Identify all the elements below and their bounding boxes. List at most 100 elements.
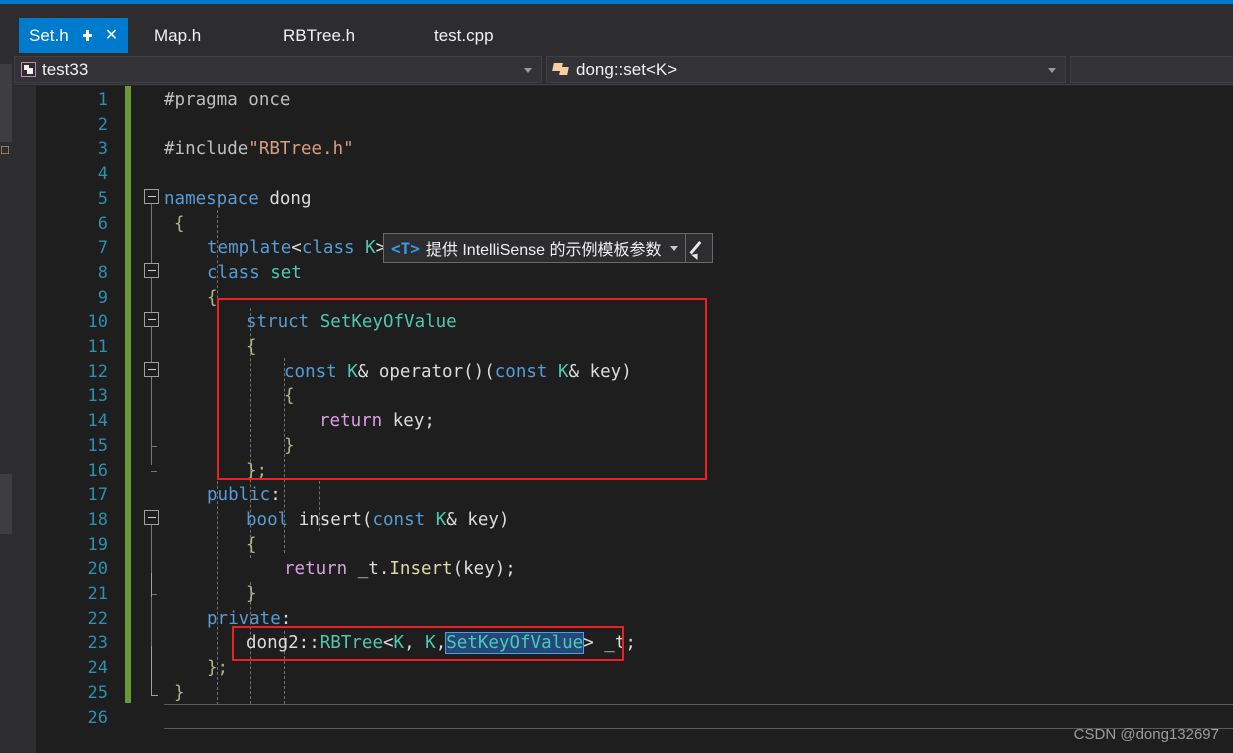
code-line-20[interactable]: return _t.Insert(key);: [284, 557, 516, 582]
string-token: "RBTree.h": [248, 139, 354, 160]
type-token: K: [354, 238, 376, 259]
tab-rbtree-h[interactable]: RBTree.h: [273, 18, 365, 53]
function-token: Insert: [389, 559, 453, 580]
brace-token: {: [207, 287, 218, 308]
code-text-area[interactable]: #pragma once #include"RBTree.h" namespac…: [164, 86, 1233, 753]
code-line-23[interactable]: dong2::RBTree<K, K,SetKeyOfValue> _t;: [246, 631, 636, 656]
code-line-10[interactable]: struct SetKeyOfValue: [246, 310, 457, 335]
identifier-token: dong: [258, 188, 312, 209]
code-line-18[interactable]: bool insert(const K& key): [246, 508, 509, 533]
code-line-15[interactable]: }: [284, 434, 295, 459]
identifier-token: (key);: [452, 559, 516, 580]
chevron-down-icon[interactable]: [669, 245, 678, 251]
change-tracking-bar: [125, 86, 131, 703]
punct-token: :: [280, 608, 292, 629]
keyword-token: class: [301, 238, 355, 259]
code-line-13[interactable]: {: [284, 384, 295, 409]
brace-token: };: [246, 460, 268, 481]
watermark: CSDN @dong132697: [1073, 726, 1219, 743]
code-line-25[interactable]: }: [174, 681, 185, 706]
code-line-16[interactable]: };: [246, 459, 267, 484]
keyword-token: public: [207, 485, 271, 506]
selected-text[interactable]: SetKeyOfValue: [445, 632, 585, 655]
punct-token: &: [568, 361, 590, 382]
tab-label: test.cpp: [434, 25, 494, 45]
fold-toggle-struct[interactable]: [144, 312, 159, 327]
code-line-14[interactable]: return key;: [319, 409, 435, 434]
type-token: K: [336, 361, 358, 382]
brace-token: {: [284, 386, 295, 407]
project-name: test33: [42, 59, 89, 79]
line-number: 18: [87, 509, 108, 530]
scope-selector[interactable]: dong::set<K>: [546, 56, 1066, 83]
chevron-down-icon[interactable]: [1048, 68, 1056, 73]
keyword-token: namespace: [164, 188, 259, 209]
fold-toggle-namespace[interactable]: [144, 189, 159, 204]
type-token: set: [259, 262, 302, 283]
line-number: 4: [97, 164, 108, 185]
fold-toggle-operator[interactable]: [144, 362, 159, 377]
punct-token: <: [382, 633, 394, 654]
tab-test-cpp[interactable]: test.cpp: [424, 18, 504, 53]
project-selector[interactable]: test33: [14, 56, 542, 83]
scope-name: dong::set<K>: [576, 59, 678, 79]
punct-token: >: [583, 633, 594, 654]
chevron-down-icon[interactable]: [524, 68, 532, 73]
tab-set-h[interactable]: Set.h ✕: [19, 18, 129, 53]
keyword-token: struct: [246, 312, 310, 333]
outlining-margin[interactable]: [140, 86, 164, 753]
editor-left-margin: [14, 86, 36, 753]
code-line-22[interactable]: private:: [207, 607, 291, 632]
template-tooltip-text: 提供 IntelliSense 的示例模板参数: [425, 242, 662, 259]
line-number: 6: [97, 213, 108, 234]
code-line-8[interactable]: class set: [207, 261, 302, 286]
fold-toggle-insert[interactable]: [144, 510, 159, 525]
code-line-17[interactable]: public:: [207, 483, 281, 508]
tab-map-h[interactable]: Map.h: [144, 18, 211, 53]
document-tab-strip: Set.h ✕ Map.h RBTree.h test.cpp: [14, 4, 1233, 53]
docked-toolwindow-tab[interactable]: [0, 64, 12, 142]
preprocessor-token: #include: [164, 139, 249, 160]
code-line-9[interactable]: {: [207, 286, 218, 311]
type-token: SetKeyOfValue: [309, 312, 457, 333]
keyword-token: return: [284, 559, 348, 580]
code-line-1[interactable]: #pragma once: [164, 88, 290, 113]
brace-token: };: [207, 658, 229, 679]
keyword-token: const: [494, 361, 548, 382]
member-selector[interactable]: [1070, 56, 1233, 83]
line-number: 20: [87, 559, 108, 580]
punct-token: &: [446, 509, 468, 530]
pencil-icon[interactable]: [686, 234, 712, 262]
line-number: 24: [87, 658, 108, 679]
keyword-token: const: [372, 509, 426, 530]
line-number: 12: [87, 361, 108, 382]
code-line-5[interactable]: namespace dong: [164, 187, 312, 212]
line-number: 19: [87, 534, 108, 555]
code-editor[interactable]: 1 2 3 4 5 6 7 8 9 10 11 12 13 14 15 16 1…: [14, 86, 1233, 753]
code-line-3[interactable]: #include"RBTree.h": [164, 137, 354, 162]
keyword-token: private: [207, 608, 281, 629]
code-line-19[interactable]: {: [246, 533, 257, 558]
tab-label: Map.h: [154, 25, 202, 45]
close-icon[interactable]: ✕: [105, 27, 118, 44]
punct-token: &: [357, 361, 379, 382]
tab-label: RBTree.h: [283, 25, 356, 45]
code-line-11[interactable]: {: [246, 335, 257, 360]
code-line-21[interactable]: }: [246, 582, 257, 607]
code-line-24[interactable]: };: [207, 656, 228, 681]
line-number: 15: [87, 435, 108, 456]
pin-icon[interactable]: [81, 29, 94, 42]
intellisense-template-tooltip[interactable]: <T> 提供 IntelliSense 的示例模板参数: [383, 233, 713, 263]
line-number: 13: [87, 386, 108, 407]
code-line-6[interactable]: {: [174, 212, 185, 237]
punct-token: (: [361, 509, 373, 530]
code-line-12[interactable]: const K& operator()(const K& key): [284, 360, 632, 385]
fold-toggle-class[interactable]: [144, 263, 159, 278]
line-number: 14: [87, 411, 108, 432]
code-line-7[interactable]: template<class K>: [207, 236, 386, 261]
line-number: 22: [87, 608, 108, 629]
line-number: 11: [87, 337, 108, 357]
docked-toolwindow-tab-secondary[interactable]: [0, 474, 12, 534]
punct-token: <: [291, 238, 302, 259]
keyword-token: class: [207, 262, 260, 283]
